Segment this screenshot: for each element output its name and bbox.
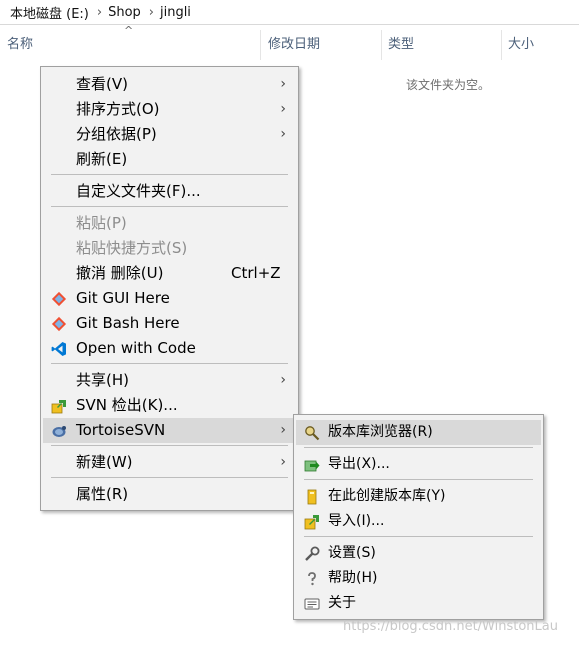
menu-separator <box>51 445 288 446</box>
menu-item-label: 粘贴快捷方式(S) <box>76 239 188 257</box>
menu-item-label: 刷新(E) <box>76 150 128 168</box>
chevron-right-icon: › <box>280 101 286 117</box>
empty-folder-message: 该文件夹为空。 <box>406 78 491 92</box>
menu-item-git-gui[interactable]: Git GUI Here <box>43 286 296 311</box>
submenu-item-export[interactable]: 导出(X)... <box>296 452 541 477</box>
submenu-item-help[interactable]: 帮助(H) <box>296 566 541 591</box>
menu-item-label: 帮助(H) <box>328 570 378 586</box>
menu-item-label: Git GUI Here <box>76 289 170 307</box>
breadcrumb-item-drive[interactable]: 本地磁盘 (E:) <box>0 3 89 22</box>
menu-item-undo-delete[interactable]: 撤消 删除(U) Ctrl+Z <box>43 261 296 286</box>
chevron-right-icon: › <box>280 76 286 92</box>
menu-item-open-with-code[interactable]: Open with Code <box>43 336 296 361</box>
chevron-right-icon: › <box>280 422 286 438</box>
submenu-item-create-repo[interactable]: 在此创建版本库(Y) <box>296 484 541 509</box>
chevron-right-icon: › <box>280 126 286 142</box>
menu-item-label: 粘贴(P) <box>76 214 127 232</box>
sort-ascending-icon: ^ <box>124 24 134 37</box>
menu-item-refresh[interactable]: 刷新(E) <box>43 147 296 172</box>
create-repo-icon <box>307 489 317 505</box>
repo-browser-icon <box>305 426 320 441</box>
menu-separator <box>304 479 533 480</box>
breadcrumb: 本地磁盘 (E:) › Shop › jingli <box>0 0 579 24</box>
menu-item-label: SVN 检出(K)... <box>76 396 178 414</box>
menu-item-label: Git Bash Here <box>76 314 180 332</box>
menu-item-git-bash[interactable]: Git Bash Here <box>43 311 296 336</box>
column-header-size[interactable]: 大小 <box>508 30 534 60</box>
menu-item-label: 自定义文件夹(F)... <box>76 182 201 200</box>
menu-item-share[interactable]: 共享(H) › <box>43 368 296 393</box>
menu-item-properties[interactable]: 属性(R) <box>43 482 296 507</box>
column-header-name[interactable]: 名称 <box>7 30 33 60</box>
menu-item-label: Open with Code <box>76 339 196 357</box>
menu-item-customize-folder[interactable]: 自定义文件夹(F)... <box>43 179 296 204</box>
menu-item-label: 查看(V) <box>76 75 128 93</box>
context-menu: 查看(V) › 排序方式(O) › 分组依据(P) › 刷新(E) 自定义文件夹… <box>40 66 299 511</box>
chevron-right-icon[interactable]: › <box>141 5 160 20</box>
vscode-icon <box>51 342 66 356</box>
submenu-item-repo-browser[interactable]: 版本库浏览器(R) <box>296 420 541 445</box>
menu-item-label: 撤消 删除(U) <box>76 264 164 282</box>
about-icon <box>304 598 320 610</box>
tortoisesvn-icon <box>52 426 66 437</box>
settings-wrench-icon <box>305 546 320 561</box>
menu-separator <box>304 447 533 448</box>
chevron-right-icon: › <box>280 372 286 388</box>
submenu-item-about[interactable]: 关于 <box>296 591 541 616</box>
menu-item-label: 版本库浏览器(R) <box>328 424 433 440</box>
menu-item-label: 导出(X)... <box>328 456 390 472</box>
watermark: https://blog.csdn.net/WinstonLau <box>343 619 558 634</box>
menu-separator <box>304 536 533 537</box>
menu-item-label: 共享(H) <box>76 371 129 389</box>
breadcrumb-divider <box>0 24 579 25</box>
menu-item-group-by[interactable]: 分组依据(P) › <box>43 122 296 147</box>
menu-item-label: 导入(I)... <box>328 513 385 529</box>
svn-checkout-icon <box>51 400 66 414</box>
menu-item-shortcut: Ctrl+Z <box>231 264 281 282</box>
menu-separator <box>51 206 288 207</box>
column-divider[interactable] <box>381 30 382 60</box>
menu-item-label: 分组依据(P) <box>76 125 157 143</box>
menu-item-view[interactable]: 查看(V) › <box>43 72 296 97</box>
menu-item-paste: 粘贴(P) <box>43 211 296 236</box>
breadcrumb-item-jingli[interactable]: jingli <box>160 5 191 20</box>
column-header-type[interactable]: 类型 <box>388 30 414 60</box>
menu-item-sort-by[interactable]: 排序方式(O) › <box>43 97 296 122</box>
column-header-row: ^ 名称 修改日期 类型 大小 <box>0 24 579 60</box>
menu-item-label: 设置(S) <box>328 545 376 561</box>
menu-item-new[interactable]: 新建(W) › <box>43 450 296 475</box>
menu-item-svn-checkout[interactable]: SVN 检出(K)... <box>43 393 296 418</box>
breadcrumb-item-shop[interactable]: Shop <box>108 5 141 20</box>
menu-separator <box>51 174 288 175</box>
menu-item-tortoisesvn[interactable]: TortoiseSVN › <box>43 418 296 443</box>
menu-item-label: 排序方式(O) <box>76 100 160 118</box>
column-divider[interactable] <box>501 30 502 60</box>
git-icon <box>51 291 67 307</box>
submenu-item-import[interactable]: 导入(I)... <box>296 509 541 534</box>
column-divider[interactable] <box>260 30 261 60</box>
chevron-right-icon[interactable]: › <box>89 5 108 20</box>
tortoisesvn-submenu: 版本库浏览器(R) 导出(X)... 在此创建版本库(Y) 导入(I)... 设… <box>293 414 544 620</box>
menu-item-label: 新建(W) <box>76 453 133 471</box>
import-icon <box>304 515 319 530</box>
menu-item-label: 属性(R) <box>76 485 129 503</box>
chevron-right-icon: › <box>280 454 286 470</box>
menu-item-paste-shortcut: 粘贴快捷方式(S) <box>43 236 296 261</box>
menu-separator <box>51 477 288 478</box>
help-icon <box>308 572 316 586</box>
menu-item-label: 关于 <box>328 595 356 611</box>
export-icon <box>304 460 320 472</box>
column-header-modified[interactable]: 修改日期 <box>268 30 320 60</box>
menu-separator <box>51 363 288 364</box>
menu-item-label: 在此创建版本库(Y) <box>328 488 446 504</box>
submenu-item-settings[interactable]: 设置(S) <box>296 541 541 566</box>
git-icon <box>51 316 67 332</box>
menu-item-label: TortoiseSVN <box>76 421 166 439</box>
